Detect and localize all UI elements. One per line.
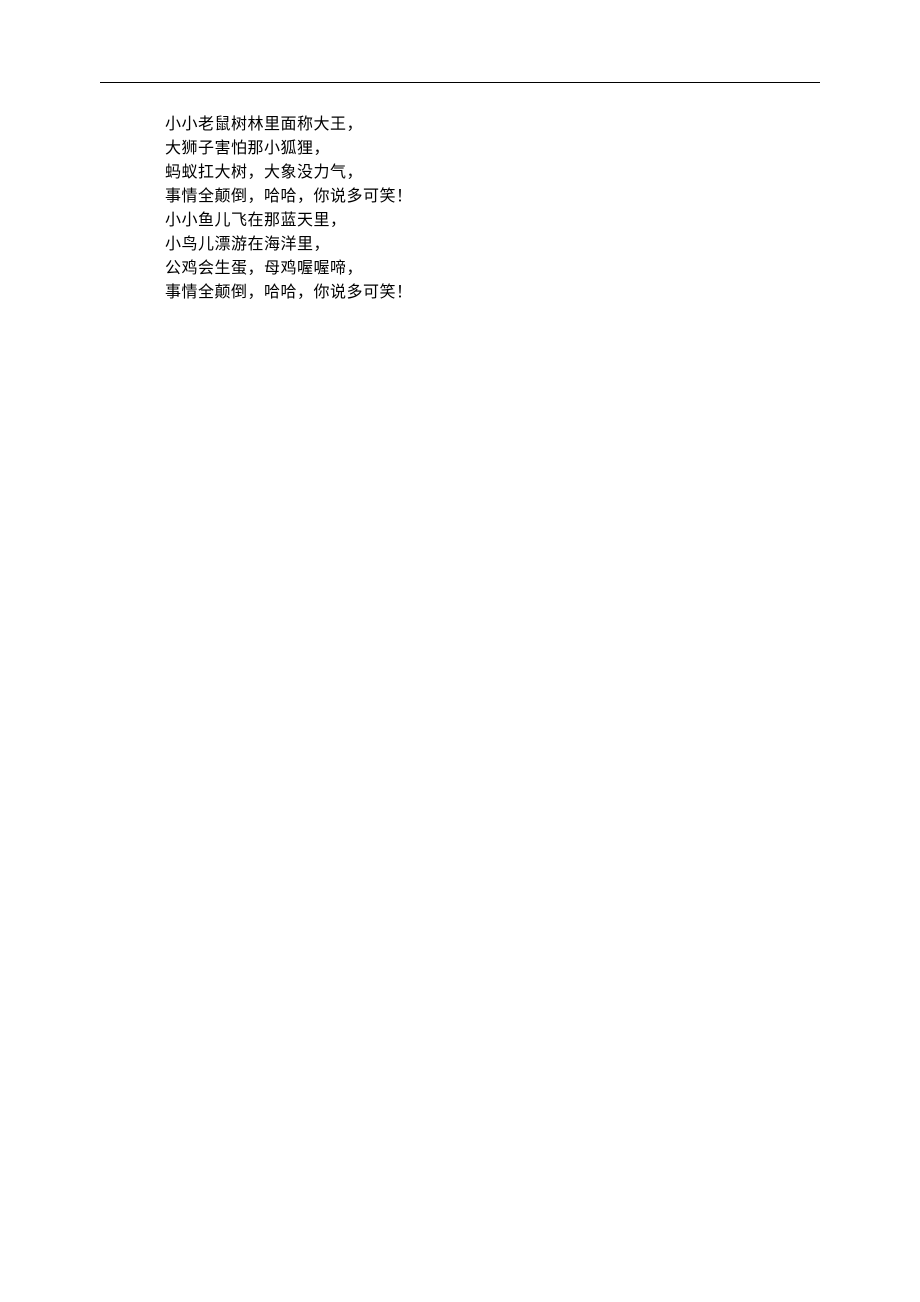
poem-line: 小小老鼠树林里面称大王，	[165, 113, 820, 137]
poem-line: 事情全颠倒，哈哈，你说多可笑！	[165, 185, 820, 209]
poem-line: 事情全颠倒，哈哈，你说多可笑！	[165, 281, 820, 305]
poem-line: 大狮子害怕那小狐狸，	[165, 137, 820, 161]
horizontal-divider	[100, 82, 820, 83]
poem-line: 公鸡会生蛋，母鸡喔喔啼，	[165, 257, 820, 281]
poem-line: 小鸟儿漂游在海洋里，	[165, 233, 820, 257]
poem-content: 小小老鼠树林里面称大王， 大狮子害怕那小狐狸， 蚂蚁扛大树，大象没力气， 事情全…	[100, 113, 820, 305]
document-page: 小小老鼠树林里面称大王， 大狮子害怕那小狐狸， 蚂蚁扛大树，大象没力气， 事情全…	[0, 0, 920, 1302]
poem-line: 蚂蚁扛大树，大象没力气，	[165, 161, 820, 185]
poem-line: 小小鱼儿飞在那蓝天里，	[165, 209, 820, 233]
